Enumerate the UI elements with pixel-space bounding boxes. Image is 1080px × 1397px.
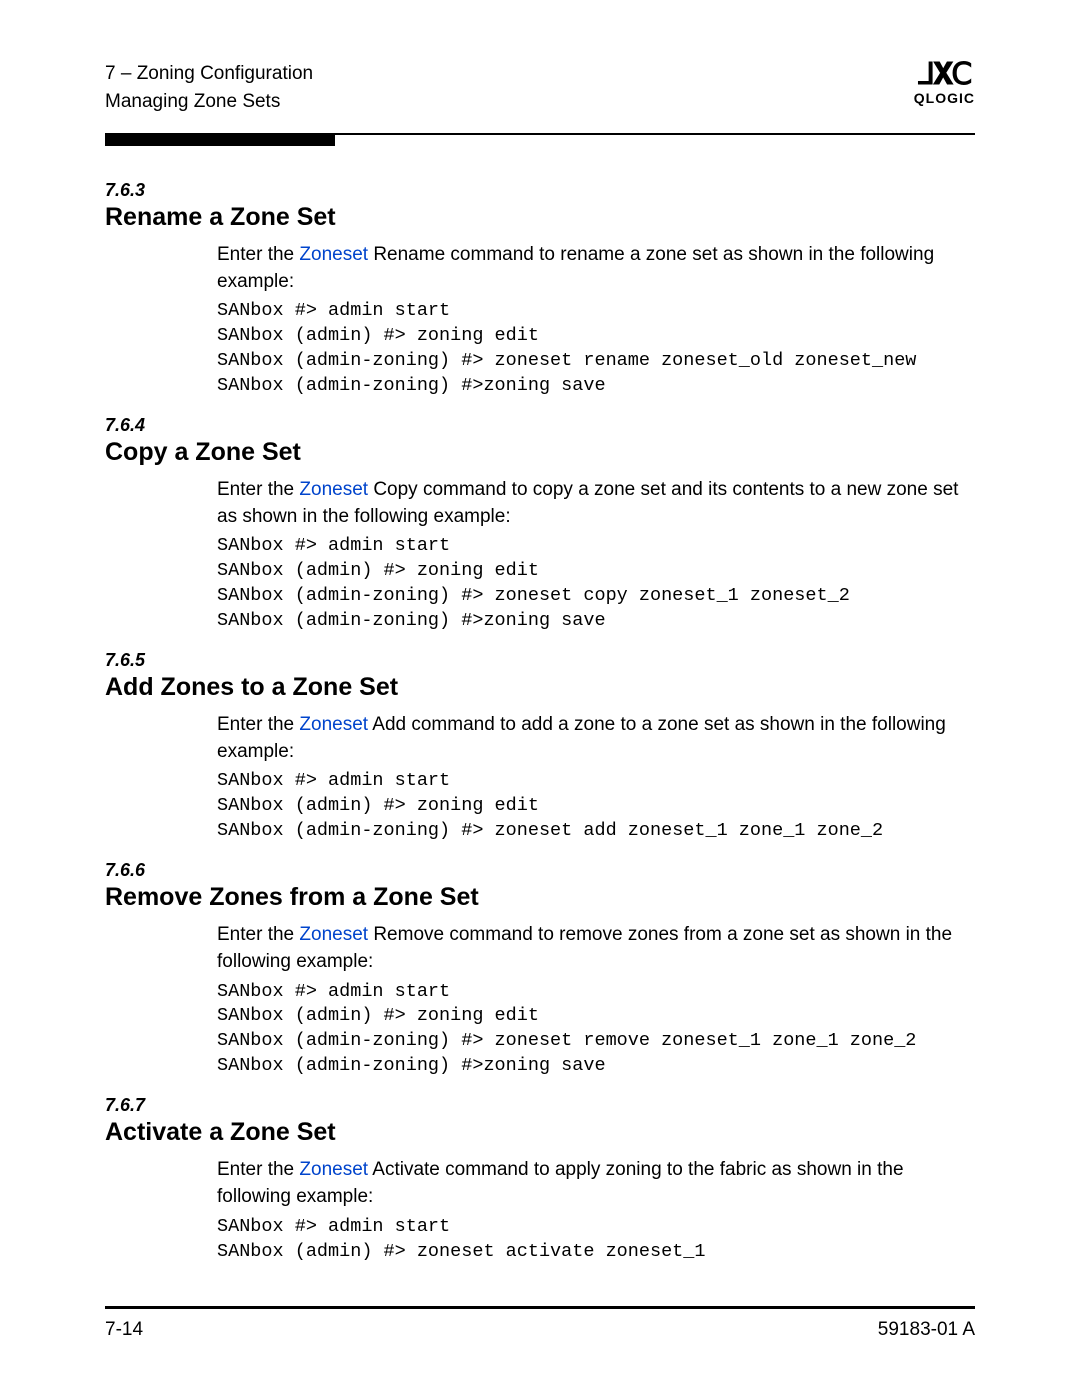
code-block: SANbox #> admin start SANbox (admin) #> … xyxy=(217,1215,975,1265)
section-body: Enter the Zoneset Activate command to ap… xyxy=(105,1157,975,1264)
footer-doc-id: 59183-01 A xyxy=(878,1319,975,1341)
section-body: Enter the Zoneset Add command to add a z… xyxy=(105,712,975,844)
section-intro: Enter the Zoneset Rename command to rena… xyxy=(217,242,975,295)
rule-thick xyxy=(105,135,335,146)
intro-pre: Enter the xyxy=(217,924,299,945)
section-title: Remove Zones from a Zone Set xyxy=(105,883,975,912)
code-block: SANbox #> admin start SANbox (admin) #> … xyxy=(217,980,975,1080)
code-block: SANbox #> admin start SANbox (admin) #> … xyxy=(217,769,975,844)
section-intro: Enter the Zoneset Activate command to ap… xyxy=(217,1157,975,1210)
intro-pre: Enter the xyxy=(217,1159,299,1180)
header-rule xyxy=(105,133,975,146)
section-title: Add Zones to a Zone Set xyxy=(105,673,975,702)
zoneset-link[interactable]: Zoneset xyxy=(299,479,368,500)
header-left: 7 – Zoning Configuration Managing Zone S… xyxy=(105,60,313,115)
section-number: 7.6.6 xyxy=(105,860,975,881)
section-7-6-6: 7.6.6 Remove Zones from a Zone Set Enter… xyxy=(105,860,975,1079)
zoneset-link[interactable]: Zoneset xyxy=(299,244,368,265)
section-7-6-7: 7.6.7 Activate a Zone Set Enter the Zone… xyxy=(105,1095,975,1264)
header-section: Managing Zone Sets xyxy=(105,88,313,116)
section-intro: Enter the Zoneset Copy command to copy a… xyxy=(217,477,975,530)
section-title: Copy a Zone Set xyxy=(105,438,975,467)
section-7-6-5: 7.6.5 Add Zones to a Zone Set Enter the … xyxy=(105,650,975,844)
section-number: 7.6.5 xyxy=(105,650,975,671)
intro-pre: Enter the xyxy=(217,714,299,735)
section-intro: Enter the Zoneset Add command to add a z… xyxy=(217,712,975,765)
section-7-6-4: 7.6.4 Copy a Zone Set Enter the Zoneset … xyxy=(105,415,975,634)
section-body: Enter the Zoneset Rename command to rena… xyxy=(105,242,975,399)
header-chapter: 7 – Zoning Configuration xyxy=(105,60,313,88)
code-block: SANbox #> admin start SANbox (admin) #> … xyxy=(217,299,975,399)
page-footer: 7-14 59183-01 A xyxy=(105,1306,975,1341)
section-title: Rename a Zone Set xyxy=(105,203,975,232)
footer-page-number: 7-14 xyxy=(105,1319,143,1341)
code-block: SANbox #> admin start SANbox (admin) #> … xyxy=(217,534,975,634)
brand-logo: ⅃𝐗Ⅽ QLOGIC xyxy=(914,60,975,106)
section-intro: Enter the Zoneset Remove command to remo… xyxy=(217,922,975,975)
section-7-6-3: 7.6.3 Rename a Zone Set Enter the Zonese… xyxy=(105,180,975,399)
page-content: 7.6.3 Rename a Zone Set Enter the Zonese… xyxy=(105,146,975,1264)
section-number: 7.6.7 xyxy=(105,1095,975,1116)
brand-text: QLOGIC xyxy=(914,90,975,106)
intro-pre: Enter the xyxy=(217,479,299,500)
section-number: 7.6.4 xyxy=(105,415,975,436)
section-title: Activate a Zone Set xyxy=(105,1118,975,1147)
section-body: Enter the Zoneset Copy command to copy a… xyxy=(105,477,975,634)
intro-pre: Enter the xyxy=(217,244,299,265)
section-number: 7.6.3 xyxy=(105,180,975,201)
brand-mark-icon: ⅃𝐗Ⅽ xyxy=(914,60,975,90)
section-body: Enter the Zoneset Remove command to remo… xyxy=(105,922,975,1079)
page-header: 7 – Zoning Configuration Managing Zone S… xyxy=(105,60,975,125)
zoneset-link[interactable]: Zoneset xyxy=(299,924,368,945)
zoneset-link[interactable]: Zoneset xyxy=(299,1159,368,1180)
zoneset-link[interactable]: Zoneset xyxy=(299,714,368,735)
